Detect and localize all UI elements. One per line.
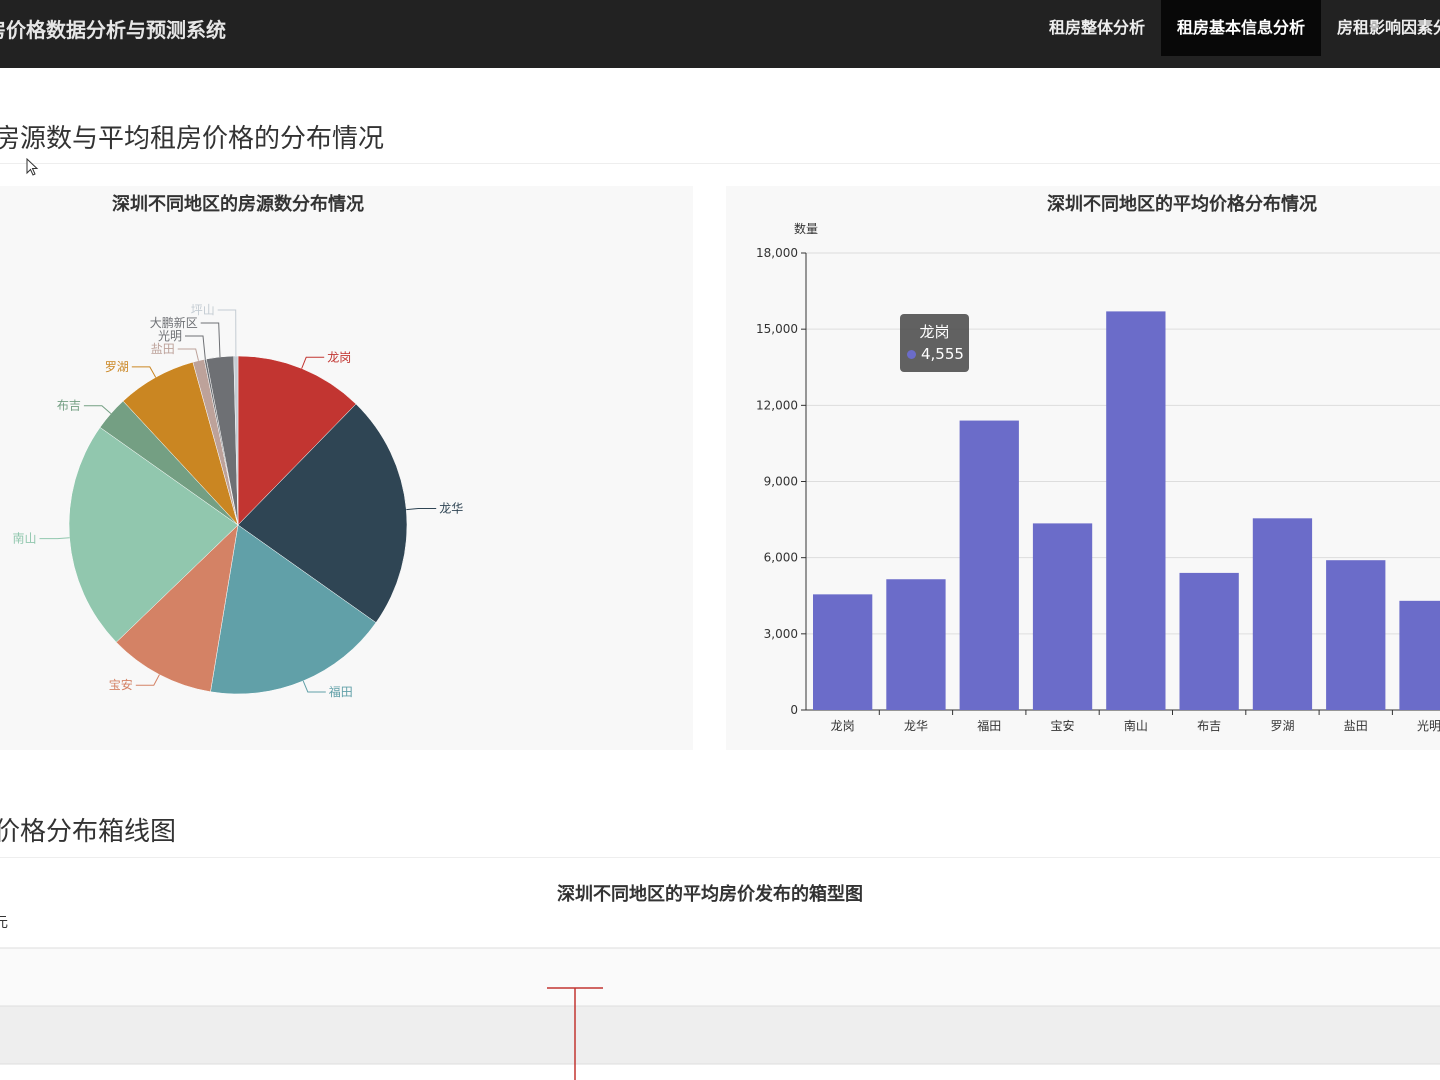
pie-slice-label: 坪山: [191, 303, 215, 317]
pie-label-line: [406, 508, 437, 511]
bar[interactable]: [1106, 311, 1166, 710]
top-navbar: 房价格数据分析与预测系统 租房整体分析 租房基本信息分析 房租影响因素分: [0, 0, 1440, 68]
app-title[interactable]: 房价格数据分析与预测系统: [0, 14, 226, 43]
pie-label-line: [217, 309, 237, 357]
x-axis-tick-label: 宝安: [1051, 718, 1075, 733]
bar[interactable]: [1326, 560, 1386, 710]
pie-slice-label: 大鹏新区: [150, 315, 198, 330]
y-axis-tick-label: 6,000: [764, 551, 798, 565]
box-chart-band: [0, 948, 1440, 1006]
x-axis-tick-label: 龙岗: [831, 719, 855, 733]
bar-chart: 03,0006,0009,00012,00015,00018,000数量龙岗 龙华…: [756, 221, 1440, 733]
pie-slice-label: 光明: [158, 329, 182, 343]
box-chart-panel: 深圳不同地区的平均房价发布的箱型图 元: [0, 870, 1440, 1080]
y-axis-tick-label: 15,000: [756, 322, 798, 336]
bar[interactable]: [959, 420, 1019, 710]
chart-tooltip: 龙岗 4,555: [900, 314, 969, 372]
pie-chart-panel: 深圳不同地区的房源数分布情况 龙岗 龙华 福田 宝安 南山 布吉 罗湖 盐田 光明 大鹏新区 坪山: [0, 186, 693, 750]
bar-chart-panel: 深圳不同地区的平均价格分布情况 0 3,000 6,000 9,000 12,000 15…: [726, 186, 1440, 750]
y-axis-tick-label: 18,000: [756, 246, 798, 260]
mouse-cursor-icon: [26, 158, 39, 176]
pie-slice-label: 龙华: [439, 502, 463, 516]
box-chart-band: [0, 1006, 1440, 1064]
x-axis-tick-label: 布吉: [1197, 719, 1221, 733]
y-axis-tick-label: 9,000: [764, 475, 798, 489]
pie-label-line: [302, 680, 326, 693]
pie-slice-label: 福田: [329, 684, 353, 699]
pie-slice-label: 盐田: [151, 342, 175, 356]
tooltip-category: 龙岗: [919, 323, 950, 341]
pie-label-line: [177, 348, 199, 361]
x-axis-tick-label: 光明: [1417, 719, 1440, 733]
pie-chart: 龙岗龙华福田 宝安 南山 布吉 罗湖 盐田光明大鹏新区坪山: [12, 303, 463, 699]
x-axis-tick-label: 盐田: [1344, 719, 1368, 733]
bar[interactable]: [1032, 523, 1093, 710]
bar[interactable]: [813, 594, 873, 710]
box-chart: [0, 947, 1440, 1080]
nav-basic-info-analysis[interactable]: 租房基本信息分析: [1161, 0, 1322, 56]
bar[interactable]: [886, 579, 946, 710]
tooltip-value: 4,555: [921, 345, 964, 363]
y-axis-tick-label: 0: [790, 703, 798, 717]
y-axis-tick-label: 12,000: [756, 398, 798, 412]
pie-label-line: [185, 335, 206, 360]
tooltip-series-dot: [907, 350, 916, 359]
x-axis-tick-label: 龙华: [904, 719, 928, 733]
pie-slice-label: 罗湖: [105, 359, 129, 374]
pie-slice-label: 龙岗: [327, 350, 351, 364]
bar[interactable]: [1399, 600, 1440, 710]
pie-label-line: [39, 537, 70, 540]
pie-label-line: [135, 674, 160, 686]
nav-price-factors-analysis[interactable]: 房租影响因素分: [1321, 0, 1440, 56]
section-divider: [0, 857, 1440, 858]
bar[interactable]: [1252, 518, 1313, 710]
pie-label-line: [301, 356, 325, 369]
pie-slice-label: 宝安: [109, 677, 133, 692]
x-axis-tick-label: 福田: [977, 718, 1001, 733]
y-axis-title: 数量: [794, 221, 818, 236]
pie-slice-label: 南山: [12, 531, 36, 546]
section-title-distribution: 房源数与平均租房价格的分布情况: [0, 124, 385, 154]
pie-label-line: [83, 405, 112, 414]
section-title-boxplot: 价格分布箱线图: [0, 817, 177, 847]
x-axis-tick-label: 南山: [1124, 718, 1148, 733]
x-axis-tick-label: 罗湖: [1270, 718, 1294, 733]
pie-slice-label: 布吉: [57, 399, 81, 413]
y-axis-tick-label: 3,000: [764, 627, 798, 641]
nav-overall-analysis[interactable]: 租房整体分析: [1033, 0, 1161, 56]
pie-label-line: [131, 366, 157, 378]
section-divider: [0, 163, 1440, 164]
bar[interactable]: [1179, 572, 1239, 710]
